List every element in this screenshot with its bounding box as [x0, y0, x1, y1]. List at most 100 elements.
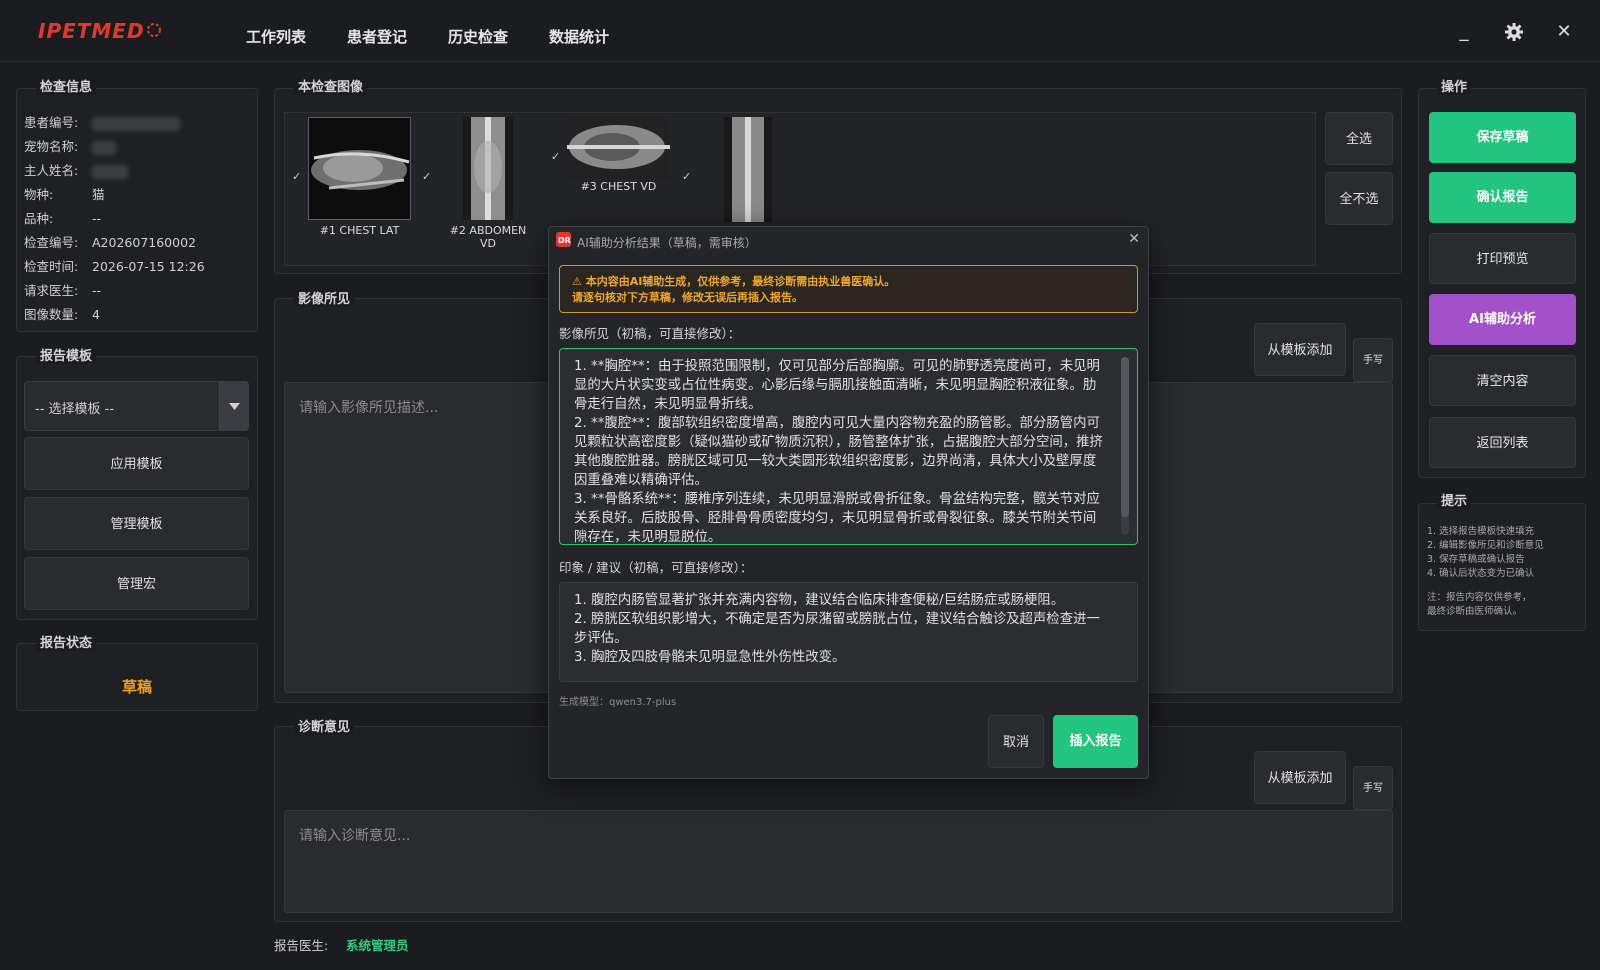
diagnosis-from-template-button[interactable]: 从模板添加	[1254, 751, 1346, 804]
info-label: 品种:	[24, 211, 54, 226]
status-panel-title: 报告状态	[36, 632, 97, 651]
template-panel-title: 报告模板	[36, 345, 97, 364]
image-caption-1: #1 CHEST LAT	[319, 224, 400, 237]
cancel-button[interactable]: 取消	[988, 715, 1044, 768]
info-row-pet-name: 宠物名称:	[24, 136, 116, 155]
apply-template-button[interactable]: 应用模板	[24, 437, 249, 490]
dialog-close-icon[interactable]: ✕	[1128, 231, 1140, 247]
redacted-value	[92, 116, 180, 131]
image-caption-2: #2 ABDOMEN VD	[449, 224, 527, 250]
info-row-request-doctor: 请求医生: --	[24, 280, 101, 299]
redacted-value	[92, 140, 116, 155]
minimize-button[interactable]: _	[1450, 18, 1478, 46]
check-icon[interactable]: ✓	[551, 150, 560, 163]
confirm-report-button[interactable]: 确认报告	[1429, 172, 1576, 223]
findings-draft-textarea[interactable]: 1. **胸腔**：由于投照范围限制，仅可见部分后部胸廓。可见的肺野透亮度尚可，…	[559, 348, 1138, 545]
top-bar: IPETMED 工作列表 患者登记 历史检查 数据统计 _ ✕	[0, 0, 1600, 62]
images-panel-title: 本检查图像	[294, 76, 368, 95]
xray-abdomen-vd-image	[463, 117, 513, 220]
tip-line: 2. 编辑影像所见和诊断意见	[1427, 540, 1544, 551]
info-value: 2026-07-15 12:26	[92, 259, 205, 274]
info-label: 患者编号:	[24, 115, 79, 130]
impression-draft-textarea[interactable]: 1. 腹腔内肠管显著扩张并充满内容物，建议结合临床排查便秘/巨结肠症或肠梗阻。 …	[559, 582, 1138, 682]
info-label: 检查时间:	[24, 259, 79, 274]
nav-worklist[interactable]: 工作列表	[246, 26, 306, 47]
svg-text:DR: DR	[558, 236, 571, 245]
manage-template-button[interactable]: 管理模板	[24, 497, 249, 550]
manage-macro-button[interactable]: 管理宏	[24, 557, 249, 610]
report-doctor-label: 报告医生:	[274, 938, 329, 953]
exam-info-title: 检查信息	[36, 76, 97, 95]
impression-draft-label: 印象 / 建议（初稿，可直接修改）：	[559, 560, 753, 575]
info-row-exam-time: 检查时间: 2026-07-15 12:26	[24, 256, 205, 275]
tip-line: 最终诊断由医师确认。	[1427, 606, 1523, 617]
findings-placeholder: 请输入影像所见描述...	[299, 400, 439, 416]
settings-button[interactable]	[1500, 18, 1528, 46]
impression-draft-line: 1. 腹腔内肠管显著扩张并充满内容物，建议结合临床排查便秘/巨结肠症或肠梗阻。	[574, 593, 1065, 608]
image-thumb-4[interactable]	[724, 117, 772, 222]
info-row-exam-id: 检查编号: A202607160002	[24, 232, 196, 251]
info-label: 宠物名称:	[24, 139, 79, 154]
diagnosis-textarea[interactable]: 请输入诊断意见...	[284, 810, 1393, 913]
image-caption-3: #3 CHEST VD	[580, 180, 657, 193]
status-badge: 草稿	[121, 678, 152, 696]
check-icon[interactable]: ✓	[682, 170, 691, 183]
info-label: 检查编号:	[24, 235, 79, 250]
info-row-patient-id: 患者编号:	[24, 112, 180, 131]
info-label: 物种:	[24, 187, 54, 202]
info-label: 主人姓名:	[24, 163, 79, 178]
app-icon: DR	[556, 232, 571, 247]
select-all-button[interactable]: 全选	[1325, 112, 1393, 165]
findings-handwrite-button[interactable]: 手写	[1353, 338, 1393, 382]
nav-patient-register[interactable]: 患者登记	[347, 26, 407, 47]
ai-analysis-button[interactable]: AI辅助分析	[1429, 294, 1576, 345]
diagnosis-handwrite-button[interactable]: 手写	[1353, 766, 1393, 810]
warning-icon: ⚠	[572, 275, 586, 288]
info-row-image-count: 图像数量: 4	[24, 304, 100, 323]
report-doctor-name: 系统管理员	[346, 938, 409, 953]
warning-line-1: 本内容由AI辅助生成，仅供参考，最终诊断需由执业兽医确认。	[585, 275, 896, 288]
info-label: 图像数量:	[24, 307, 79, 322]
template-select[interactable]: -- 选择模板 --	[24, 381, 249, 431]
impression-draft-line: 2. 膀胱区软组织影增大，不确定是否为尿潴留或膀胱占位，建议结合触诊及超声检查进…	[574, 612, 1100, 646]
diagnosis-placeholder: 请输入诊断意见...	[299, 828, 411, 844]
tip-spacer	[1427, 581, 1544, 591]
image-thumb-1[interactable]	[308, 117, 411, 220]
image-thumb-3[interactable]	[567, 117, 670, 179]
diagnosis-title: 诊断意见	[294, 716, 355, 735]
tip-line: 注：报告内容仅供参考，	[1427, 592, 1532, 603]
scrollbar-thumb[interactable]	[1121, 357, 1129, 517]
info-row-species: 物种: 猫	[24, 184, 105, 203]
ai-result-dialog: DR AI辅助分析结果（草稿，需审核） ✕ ⚠ 本内容由AI辅助生成，仅供参考，…	[548, 226, 1149, 779]
app-logo: IPETMED	[38, 19, 161, 43]
model-label: 生成模型：qwen3.7-plus	[559, 697, 677, 708]
dialog-title: AI辅助分析结果（草稿，需审核）	[577, 236, 757, 250]
nav-history[interactable]: 历史检查	[448, 26, 508, 47]
print-preview-button[interactable]: 打印预览	[1429, 233, 1576, 284]
insert-report-button[interactable]: 插入报告	[1053, 715, 1138, 768]
xray-chest-vd-image	[567, 117, 670, 179]
check-icon[interactable]: ✓	[292, 170, 301, 183]
redacted-value	[92, 164, 128, 179]
close-window-button[interactable]: ✕	[1550, 18, 1578, 46]
findings-from-template-button[interactable]: 从模板添加	[1254, 323, 1346, 376]
actions-title: 操作	[1437, 76, 1472, 95]
check-icon[interactable]: ✓	[422, 170, 431, 183]
clear-content-button[interactable]: 清空内容	[1429, 355, 1576, 406]
nav-statistics[interactable]: 数据统计	[549, 26, 609, 47]
info-value: 猫	[92, 187, 105, 202]
save-draft-button[interactable]: 保存草稿	[1429, 112, 1576, 163]
warning-line-2: 请逐句核对下方草稿，修改无误后再插入报告。	[572, 291, 803, 304]
xray-chest-lat-image	[309, 118, 410, 219]
deselect-all-button[interactable]: 全不选	[1325, 172, 1393, 225]
findings-draft-line: 3. **骨骼系统**：腰椎序列连续，未见明显滑脱或骨折征象。骨盆结构完整，髋关…	[574, 492, 1100, 545]
tip-line: 1. 选择报告模板快速填充	[1427, 526, 1535, 537]
tips-title: 提示	[1437, 490, 1472, 509]
image-thumb-2[interactable]	[463, 117, 513, 220]
info-value: A202607160002	[92, 235, 196, 250]
back-to-list-button[interactable]: 返回列表	[1429, 417, 1576, 468]
svg-text:IPETMED: IPETMED	[38, 19, 145, 43]
xray-vd-image	[724, 117, 772, 222]
findings-title: 影像所见	[294, 288, 355, 307]
tip-line: 4. 确认后状态变为已确认	[1427, 568, 1535, 579]
